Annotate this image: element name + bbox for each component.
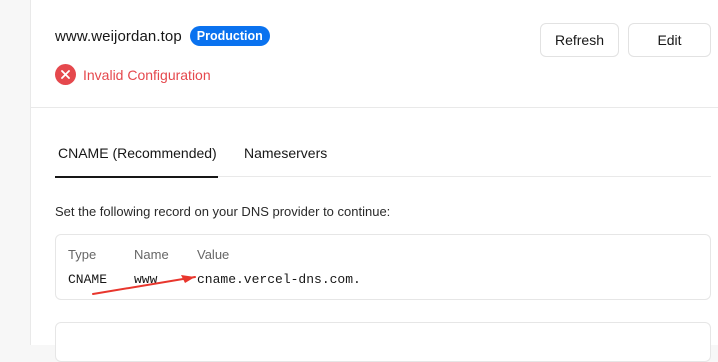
instructions-text: Set the following record on your DNS pro… — [55, 204, 391, 219]
error-x-circle-icon — [55, 64, 76, 85]
column-header-name: Name — [134, 247, 169, 262]
tab-cname[interactable]: CNAME (Recommended) — [55, 130, 218, 178]
domain-name[interactable]: www.weijordan.top — [55, 28, 182, 45]
next-record-box — [55, 322, 711, 362]
dns-tabs: CNAME (Recommended) Nameservers — [55, 130, 711, 178]
edit-button[interactable]: Edit — [628, 23, 711, 57]
status-row: Invalid Configuration — [55, 64, 211, 85]
record-type-value[interactable]: CNAME — [68, 272, 107, 287]
record-name-value[interactable]: www — [134, 272, 157, 287]
domain-row: www.weijordan.top Production — [55, 26, 270, 46]
refresh-button[interactable]: Refresh — [540, 23, 619, 57]
production-badge: Production — [189, 26, 270, 46]
dns-record-table: Type Name Value CNAME www cname.vercel-d… — [55, 234, 711, 300]
record-value-value[interactable]: cname.vercel-dns.com. — [197, 272, 361, 287]
column-header-value: Value — [197, 247, 230, 262]
domain-header: www.weijordan.top Production Invalid Con… — [31, 0, 718, 108]
status-text: Invalid Configuration — [83, 66, 211, 83]
domain-card: www.weijordan.top Production Invalid Con… — [30, 0, 718, 362]
tab-nameservers[interactable]: Nameservers — [244, 130, 327, 177]
column-header-type: Type — [68, 247, 97, 262]
